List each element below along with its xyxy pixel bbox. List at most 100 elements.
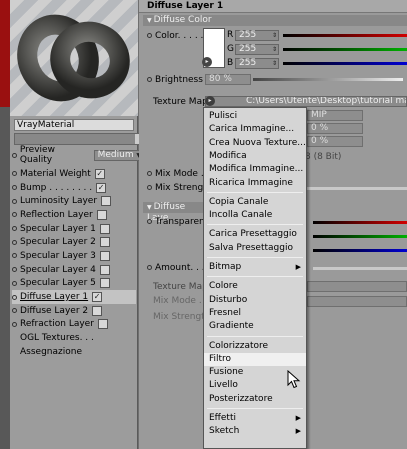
channel-item[interactable]: Material Weight ✓ (12, 167, 136, 181)
menu-item[interactable]: Pulisci (204, 110, 306, 123)
channel-checkbox[interactable]: ✓ (96, 182, 107, 193)
channel-dot-icon[interactable] (12, 185, 17, 191)
channel-checkbox[interactable] (92, 305, 103, 316)
menu-item[interactable]: Posterizzatore (204, 393, 306, 406)
red-gradient-slider[interactable] (283, 33, 407, 37)
spinner-icon[interactable]: ⇕ (272, 59, 277, 68)
channel-item[interactable]: Diffuse Layer 2 (12, 304, 136, 318)
menu-item[interactable]: Carica Presettaggio (204, 228, 306, 241)
menu-item-label: Carica Presettaggio (209, 229, 297, 240)
channel-dot-icon[interactable] (12, 198, 17, 204)
channel-checkbox[interactable] (99, 237, 110, 248)
channel-dot-icon[interactable] (12, 280, 17, 286)
texture-path-field[interactable]: C:\Users\Utente\Desktop\tutorial materi (205, 96, 407, 107)
channel-dot-icon[interactable] (12, 253, 17, 259)
channel-checkbox[interactable] (96, 209, 107, 220)
collapse-triangle-icon[interactable]: ▼ (147, 17, 152, 24)
spinner-icon[interactable]: ⇕ (272, 45, 277, 54)
mix-mode2-label: Mix Mode . . (153, 296, 208, 306)
blur-offset-field[interactable]: 0 % (307, 123, 363, 134)
diffuse-color-section[interactable]: ▼ Diffuse Color (143, 15, 407, 26)
brightness-field[interactable]: 80 % (205, 74, 251, 85)
channel-item[interactable]: Reflection Layer (12, 208, 136, 222)
channel-item[interactable]: OGL Textures. . . (12, 331, 136, 345)
material-name-field[interactable]: VrayMaterial (14, 119, 134, 131)
sampling-dropdown[interactable]: MIP (307, 110, 363, 121)
transparency-dot-icon[interactable] (147, 219, 152, 224)
blue-gradient-slider[interactable] (283, 61, 407, 65)
channel-checkbox[interactable] (101, 196, 112, 207)
menu-item[interactable]: Salva Presettaggio (204, 242, 306, 255)
menu-item[interactable]: Modifica (204, 150, 306, 163)
menu-item[interactable]: Carica Immagine... (204, 123, 306, 136)
channel-checkbox[interactable] (99, 264, 110, 275)
menu-item[interactable]: Colorizzatore (204, 340, 306, 353)
material-slider[interactable] (14, 133, 144, 145)
mix-mode-dot-icon[interactable] (147, 171, 152, 176)
channel-item[interactable]: Luminosity Layer (12, 194, 136, 208)
transparency-blue-slider[interactable] (313, 249, 407, 252)
spinner-icon[interactable]: ⇕ (272, 31, 277, 40)
texture-menu-button[interactable]: ▸ (205, 96, 215, 106)
channel-checkbox[interactable] (99, 250, 110, 261)
menu-item-label: Gradiente (209, 321, 254, 332)
mix-strength-dot-icon[interactable] (147, 185, 152, 190)
menu-item[interactable]: Ricarica Immagine (204, 177, 306, 190)
preview-quality-dropdown[interactable]: Medium (93, 149, 144, 161)
channel-dot-icon[interactable] (12, 267, 17, 273)
amount-dot-icon[interactable] (147, 265, 152, 270)
menu-item[interactable]: Effetti ▶ (204, 412, 306, 425)
channel-item[interactable]: Diffuse Layer 1 ✓ (12, 290, 136, 304)
red-value-field[interactable]: 255 ⇕ (235, 29, 279, 41)
green-value-field[interactable]: 255 ⇕ (235, 43, 279, 55)
brightness-slider[interactable] (253, 78, 403, 81)
blue-value-field[interactable]: 255 ⇕ (235, 57, 279, 69)
diffuse-layer-section[interactable]: ▼ Diffuse Laye (143, 202, 203, 223)
transparency-red-slider[interactable] (313, 221, 407, 224)
channel-item[interactable]: Bump . . . . . . . . ✓ (12, 181, 136, 195)
channel-item[interactable]: Assegnazione (12, 345, 136, 359)
amount-slider[interactable] (313, 267, 407, 270)
mix-strength-slider[interactable] (307, 187, 407, 190)
menu-item[interactable]: Bitmap ▶ (204, 261, 306, 274)
channel-dot-icon[interactable] (12, 171, 17, 177)
channel-item[interactable]: Specular Layer 4 (12, 263, 136, 277)
color-picker-button[interactable]: ▸ (202, 57, 212, 67)
menu-item[interactable]: Sketch ▶ (204, 425, 306, 438)
channel-dot-icon[interactable] (12, 308, 17, 314)
channel-dot-icon[interactable] (12, 321, 17, 327)
menu-item[interactable]: Modifica Immagine... (204, 163, 306, 176)
menu-item[interactable]: Fresnel (204, 307, 306, 320)
channel-checkbox[interactable] (99, 223, 110, 234)
menu-item[interactable]: Crea Nuova Texture... (204, 137, 306, 150)
preview-quality-dot-icon[interactable] (12, 152, 17, 158)
transparency-green-slider[interactable] (313, 235, 407, 238)
color-keyframe-dot-icon[interactable] (147, 33, 152, 38)
collapse-triangle-icon[interactable]: ▼ (147, 204, 152, 211)
channel-checkbox[interactable]: ✓ (92, 292, 103, 303)
channel-dot-icon[interactable] (12, 239, 17, 245)
channel-item[interactable]: Refraction Layer (12, 318, 136, 332)
channel-item[interactable]: Specular Layer 5 (12, 277, 136, 291)
menu-item[interactable]: Gradiente (204, 320, 306, 333)
mix-mode2-dropdown[interactable] (307, 296, 407, 307)
blur-scale-field[interactable]: 0 % (307, 136, 363, 147)
material-preview[interactable] (10, 0, 138, 116)
menu-item[interactable]: Copia Canale (204, 196, 306, 209)
menu-item[interactable]: Disturbo (204, 294, 306, 307)
channel-dot-icon[interactable] (12, 212, 17, 218)
green-gradient-slider[interactable] (283, 47, 407, 51)
menu-item[interactable]: Incolla Canale (204, 209, 306, 222)
brightness-keyframe-dot-icon[interactable] (147, 77, 152, 82)
channel-checkbox[interactable] (97, 319, 108, 330)
channel-item[interactable]: Specular Layer 2 (12, 235, 136, 249)
texture-map2-field[interactable] (307, 281, 407, 292)
menu-item[interactable]: Colore (204, 280, 306, 293)
menu-item[interactable]: Filtro (204, 352, 306, 366)
channel-checkbox[interactable] (99, 278, 110, 289)
channel-item[interactable]: Specular Layer 1 (12, 222, 136, 236)
channel-dot-icon[interactable] (12, 294, 17, 300)
channel-item[interactable]: Specular Layer 3 (12, 249, 136, 263)
channel-checkbox[interactable]: ✓ (94, 168, 105, 179)
channel-dot-icon[interactable] (12, 226, 17, 232)
